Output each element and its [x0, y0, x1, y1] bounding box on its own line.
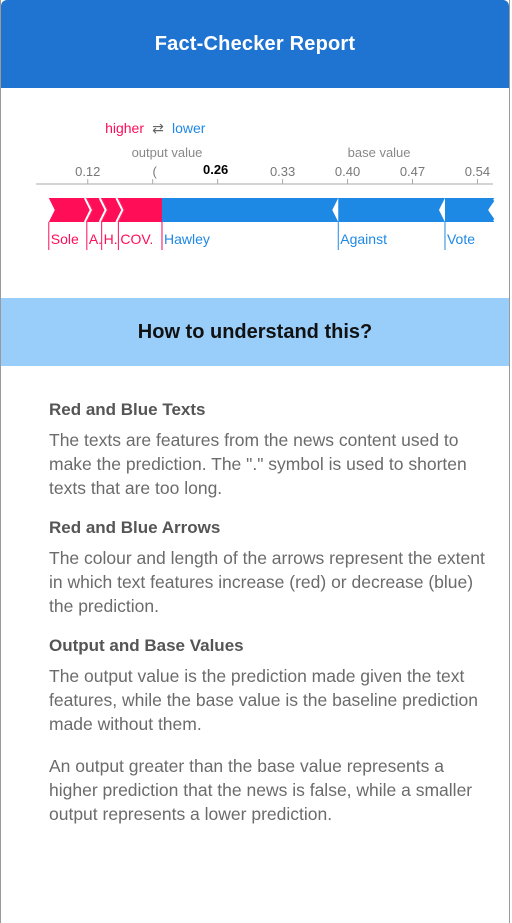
closing-text: An output greater than the base value re… — [49, 756, 473, 824]
x-tick-label: 0.54 — [465, 164, 490, 179]
feature-label: H. — [104, 231, 118, 247]
x-tick-label: 0.12 — [75, 164, 100, 179]
section-text: The output value is the prediction made … — [49, 666, 479, 734]
force-plot: higher ⇄ lower output value base value 0… — [1, 88, 509, 298]
feature-label: Vote — [447, 231, 475, 247]
feature-label: Hawley — [164, 231, 210, 247]
section-text: The texts are features from the news con… — [49, 430, 467, 498]
help-title: How to understand this? — [137, 320, 373, 343]
section-arrows: Red and Blue Arrows The colour and lengt… — [49, 518, 489, 618]
help-banner: How to understand this? — [1, 298, 509, 366]
legend-lower: lower — [172, 120, 206, 136]
decrease-arrow — [338, 198, 445, 222]
report-header: Fact-Checker Report — [1, 0, 509, 88]
base-value-label: base value — [348, 145, 411, 160]
x-tick-label: 0.40 — [335, 164, 360, 179]
section-texts: Red and Blue Texts The texts are feature… — [49, 400, 489, 500]
x-tick-label: 0.47 — [400, 164, 425, 179]
feature-label: COV. — [120, 231, 153, 247]
feature-label: Against — [340, 231, 387, 247]
help-content: Red and Blue Texts The texts are feature… — [49, 400, 489, 844]
decrease-arrow — [161, 198, 339, 222]
increase-arrow — [118, 198, 162, 222]
x-tick-label: ( — [153, 164, 158, 179]
feature-label: A. — [89, 231, 102, 247]
section-heading: Output and Base Values — [49, 636, 244, 655]
section-text: The colour and length of the arrows repr… — [49, 548, 485, 616]
feature-labels: Sole A. H. COV. Hawley Against Vote — [48, 222, 475, 250]
report-panel: Fact-Checker Report higher ⇄ lower outpu… — [0, 0, 510, 923]
x-axis: 0.12 0.33 0.40 0.47 0.54 (0.26 — [36, 162, 493, 185]
x-tick-label: 0.33 — [270, 164, 295, 179]
force-plot-svg: higher ⇄ lower output value base value 0… — [36, 120, 498, 250]
force-bars — [48, 197, 498, 223]
section-heading: Red and Blue Texts — [49, 400, 206, 419]
report-title: Fact-Checker Report — [154, 32, 356, 55]
legend-higher: higher — [105, 120, 144, 136]
output-value-label: output value — [132, 145, 203, 160]
output-value: 0.26 — [203, 162, 228, 177]
section-heading: Red and Blue Arrows — [49, 518, 221, 537]
section-values: Output and Base Values The output value … — [49, 636, 489, 736]
feature-label: Sole — [51, 231, 79, 247]
legend-arrows-icon: ⇄ — [152, 121, 164, 137]
